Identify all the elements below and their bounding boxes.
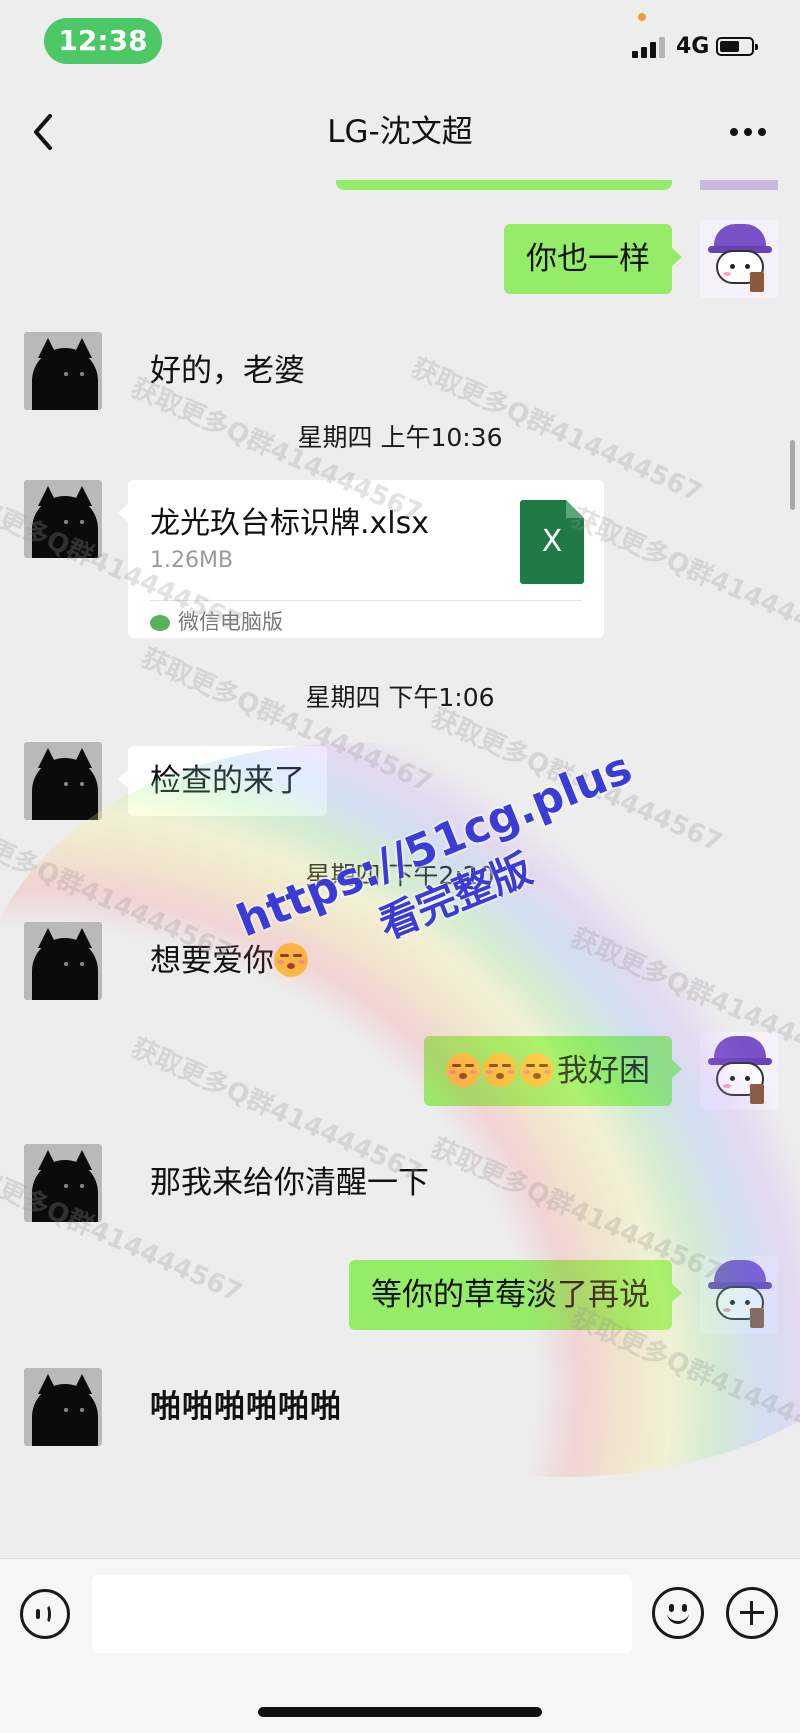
message-input[interactable] — [92, 1575, 632, 1653]
watermark: 获取更多Q群414444567 — [426, 703, 727, 859]
message-bubble-sent[interactable]: 等你的草莓淡了再说 — [349, 1260, 682, 1330]
timestamp: 星期四 下午1:06 — [305, 683, 495, 712]
privacy-indicator-icon — [638, 13, 646, 21]
kissing-face-icon — [483, 1053, 517, 1087]
voice-button[interactable] — [20, 1589, 70, 1639]
chat-title: LG-沈文超 — [327, 114, 473, 150]
chat-area[interactable]: 你也一样 好的，老婆 星期四 上午10:36 龙光玖台标识牌.xlsx 1.26… — [0, 180, 800, 1558]
status-bar: 12:38 4G — [0, 0, 800, 84]
message-bubble-received[interactable]: 那我来给你清醒一下 — [128, 1148, 451, 1218]
my-avatar[interactable] — [700, 1256, 778, 1334]
more-button[interactable] — [720, 108, 776, 156]
contact-avatar[interactable] — [24, 1368, 102, 1446]
partial-message-bubble — [336, 180, 672, 190]
input-bar — [0, 1558, 800, 1733]
battery-icon — [716, 37, 758, 56]
kissing-face-icon — [520, 1053, 554, 1087]
excel-file-badge: X — [541, 524, 563, 559]
file-size: 1.26MB — [150, 548, 234, 573]
rainbow-overlay — [0, 622, 800, 1558]
kissing-face-icon — [446, 1053, 480, 1087]
home-indicator[interactable] — [258, 1707, 542, 1717]
plus-button[interactable] — [726, 1587, 778, 1639]
partial-avatar — [700, 180, 778, 190]
message-bubble-received[interactable]: 检查的来了 — [118, 746, 327, 816]
nav-bar: LG-沈文超 — [0, 84, 800, 180]
message-bubble-sent[interactable]: 我好困 — [424, 1036, 682, 1106]
timestamp: 星期四 上午10:36 — [297, 423, 503, 452]
contact-avatar[interactable] — [24, 922, 102, 1000]
file-name: 龙光玖台标识牌.xlsx — [150, 506, 430, 541]
message-bubble-received[interactable]: 啪啪啪啪啪啪 — [128, 1372, 364, 1442]
back-button[interactable] — [22, 104, 72, 160]
contact-avatar[interactable] — [24, 1144, 102, 1222]
message-bubble-sent[interactable]: 你也一样 — [504, 224, 682, 294]
my-avatar[interactable] — [700, 220, 778, 298]
wechat-pc-icon — [150, 615, 170, 631]
message-bubble-received[interactable]: 想要爱你 — [128, 926, 333, 996]
timestamp: 星期四 下午2:20 — [305, 861, 495, 890]
divider — [150, 600, 582, 601]
smiling-face-closed-eyes-icon — [274, 943, 308, 977]
contact-avatar[interactable] — [24, 332, 102, 410]
status-time: 12:38 — [44, 18, 162, 64]
more-dots-icon — [730, 128, 766, 136]
contact-avatar[interactable] — [24, 480, 102, 558]
back-chevron-icon — [34, 114, 52, 150]
contact-avatar[interactable] — [24, 742, 102, 820]
my-avatar[interactable] — [700, 1032, 778, 1110]
file-source: 微信电脑版 — [150, 606, 283, 636]
network-type: 4G — [676, 34, 710, 59]
signal-icon — [632, 36, 666, 58]
emoji-button[interactable] — [652, 1587, 704, 1639]
file-message-card[interactable]: 龙光玖台标识牌.xlsx 1.26MB X 微信电脑版 — [118, 480, 604, 638]
message-bubble-received[interactable]: 好的，老婆 — [128, 336, 327, 406]
